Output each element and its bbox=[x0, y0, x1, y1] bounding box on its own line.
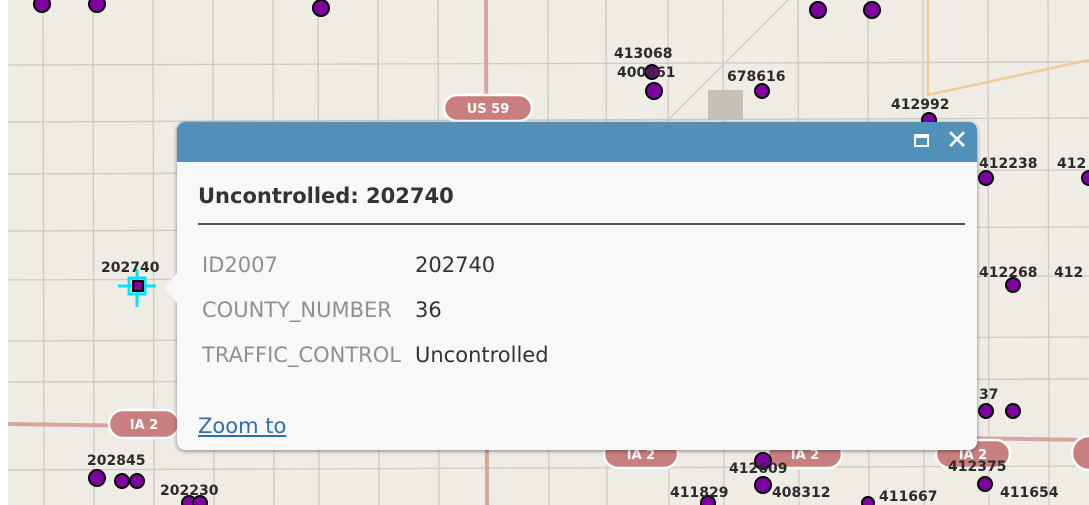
map-point[interactable] bbox=[312, 0, 330, 17]
town-block bbox=[708, 90, 743, 120]
point-label: 202740 bbox=[101, 260, 160, 276]
point-label: 412 bbox=[1054, 265, 1083, 281]
map-point[interactable] bbox=[645, 82, 663, 100]
point-label: 412238 bbox=[979, 156, 1037, 172]
map-point[interactable] bbox=[977, 476, 993, 492]
close-icon[interactable]: ✕ bbox=[945, 127, 969, 154]
point-label: 412609 bbox=[729, 461, 787, 477]
svg-text:IA 2: IA 2 bbox=[130, 418, 158, 433]
map-point[interactable] bbox=[129, 473, 145, 489]
map-point[interactable] bbox=[1081, 170, 1089, 186]
svg-text:IA 2: IA 2 bbox=[627, 448, 655, 463]
point-label: 411654 bbox=[1000, 485, 1059, 501]
svg-text:IA 2: IA 2 bbox=[791, 448, 819, 463]
attribute-row: ID2007 202740 bbox=[202, 242, 549, 287]
selected-point[interactable] bbox=[132, 280, 144, 292]
map-point[interactable] bbox=[863, 1, 881, 19]
popup-divider bbox=[198, 223, 965, 225]
attribute-value: 202740 bbox=[415, 252, 496, 277]
popup-title: Uncontrolled: 202740 bbox=[198, 184, 454, 208]
popup-header: ✕ bbox=[177, 122, 977, 162]
point-label: 202230 bbox=[160, 483, 219, 499]
map-point[interactable] bbox=[754, 83, 770, 99]
map-point[interactable] bbox=[33, 0, 51, 13]
point-label: 678616 bbox=[727, 69, 785, 85]
point-label: 413068 bbox=[614, 46, 672, 62]
attribute-value: Uncontrolled bbox=[415, 342, 549, 367]
map-point[interactable] bbox=[114, 473, 130, 489]
point-label: 400861 bbox=[617, 65, 675, 81]
attribute-value: 36 bbox=[415, 297, 442, 322]
attribute-name: ID2007 bbox=[202, 252, 278, 277]
map-point[interactable] bbox=[754, 476, 772, 494]
svg-text:US 59: US 59 bbox=[467, 102, 510, 117]
point-label: 411667 bbox=[879, 489, 937, 505]
point-label: 412992 bbox=[891, 97, 949, 113]
map-point[interactable] bbox=[1005, 403, 1021, 419]
point-label: 412 bbox=[1057, 156, 1086, 172]
info-popup: ✕ Uncontrolled: 202740 ID2007 202740 COU… bbox=[164, 122, 977, 450]
point-label: 408312 bbox=[772, 485, 830, 501]
popup-pointer bbox=[164, 272, 178, 304]
maximize-icon[interactable] bbox=[911, 130, 935, 154]
map-point[interactable] bbox=[809, 1, 827, 19]
point-label: 37 bbox=[979, 387, 998, 403]
map-point[interactable] bbox=[88, 0, 106, 13]
attribute-table: ID2007 202740 COUNTY_NUMBER 36 TRAFFIC_C… bbox=[202, 242, 549, 377]
point-label: 412375 bbox=[948, 459, 1006, 475]
route-shield-ia2: IA 2 bbox=[107, 408, 181, 440]
point-label: 202845 bbox=[87, 453, 145, 469]
point-label: 411829 bbox=[670, 485, 728, 501]
map-point[interactable] bbox=[978, 170, 994, 186]
attribute-name: TRAFFIC_CONTROL bbox=[202, 342, 401, 367]
map-point[interactable] bbox=[978, 403, 994, 419]
attribute-row: TRAFFIC_CONTROL Uncontrolled bbox=[202, 332, 549, 377]
route-shield-us59: US 59 bbox=[442, 93, 534, 123]
map-point[interactable] bbox=[88, 469, 106, 487]
map-point[interactable] bbox=[861, 496, 875, 505]
point-label: 412268 bbox=[979, 265, 1037, 281]
zoom-to-link[interactable]: Zoom to bbox=[198, 414, 286, 438]
attribute-row: COUNTY_NUMBER 36 bbox=[202, 287, 549, 332]
attribute-name: COUNTY_NUMBER bbox=[202, 297, 392, 322]
